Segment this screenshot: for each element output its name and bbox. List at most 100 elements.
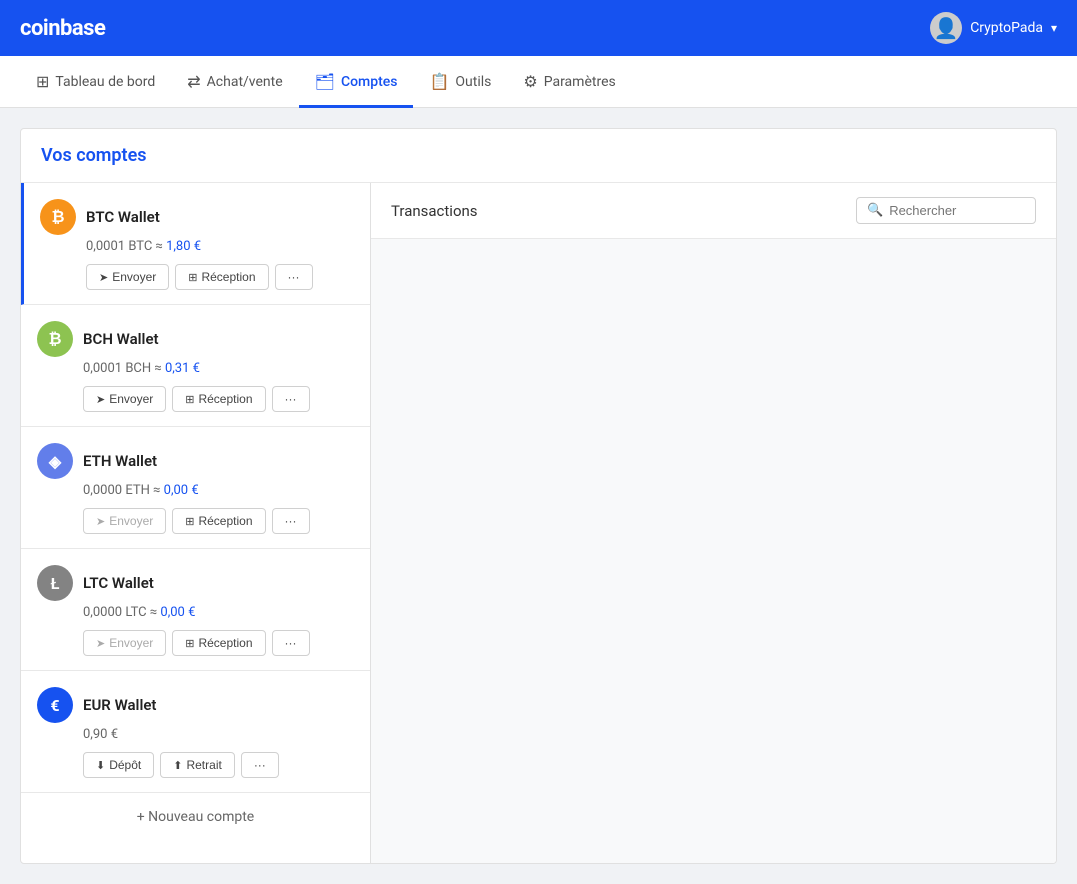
- retrait-button-eur[interactable]: ⬆ Retrait: [160, 752, 235, 778]
- nav-item-achat[interactable]: ⇄ Achat/vente: [171, 72, 298, 108]
- receive-button-eth[interactable]: ⊞ Réception: [172, 508, 265, 534]
- nav-label-outils: Outils: [455, 74, 491, 90]
- nav-item-tableau[interactable]: ⊞ Tableau de bord: [20, 72, 171, 108]
- more-button-ltc[interactable]: ···: [272, 630, 310, 656]
- more-button-btc[interactable]: ···: [275, 264, 313, 290]
- more-button-eur[interactable]: ···: [241, 752, 279, 778]
- wallet-item-bch[interactable]: ₿ BCH Wallet 0,0001 BCH ≈ 0,31 € ➤ Envoy…: [21, 305, 370, 427]
- send-label: Envoyer: [109, 636, 153, 650]
- wallet-item-eth[interactable]: ◈ ETH Wallet 0,0000 ETH ≈ 0,00 € ➤ Envoy…: [21, 427, 370, 549]
- send-icon: ➤: [96, 393, 105, 406]
- nav-item-parametres[interactable]: ⚙ Paramètres: [507, 72, 631, 108]
- trade-icon: ⇄: [187, 72, 200, 91]
- search-box[interactable]: 🔍: [856, 197, 1036, 224]
- wallet-name-eth: ETH Wallet: [83, 452, 157, 470]
- receive-button-ltc[interactable]: ⊞ Réception: [172, 630, 265, 656]
- add-account-button[interactable]: + Nouveau compte: [21, 793, 370, 841]
- depot-button-eur[interactable]: ⬇ Dépôt: [83, 752, 154, 778]
- add-account-label: + Nouveau compte: [137, 809, 254, 825]
- wallet-header-eur: € EUR Wallet: [37, 687, 354, 723]
- wallet-header-eth: ◈ ETH Wallet: [37, 443, 354, 479]
- wallet-name-ltc: LTC Wallet: [83, 574, 154, 592]
- wallet-header-btc: ₿ BTC Wallet: [40, 199, 354, 235]
- wallet-name-eur: EUR Wallet: [83, 696, 156, 714]
- send-label: Envoyer: [109, 392, 153, 406]
- logo: coinbase: [20, 16, 105, 41]
- send-label: Envoyer: [109, 514, 153, 528]
- receive-icon: ⊞: [185, 393, 194, 406]
- dashboard-icon: ⊞: [36, 72, 49, 91]
- wallet-balance-eur: 0,90 €: [83, 727, 354, 742]
- nav-item-outils[interactable]: 📋 Outils: [413, 72, 507, 108]
- send-button-btc[interactable]: ➤ Envoyer: [86, 264, 169, 290]
- nav-item-comptes[interactable]: 🗂 Comptes: [299, 72, 414, 108]
- send-button-ltc[interactable]: ➤ Envoyer: [83, 630, 166, 656]
- retrait-label: Retrait: [186, 758, 221, 772]
- send-button-eth[interactable]: ➤ Envoyer: [83, 508, 166, 534]
- depot-label: Dépôt: [109, 758, 141, 772]
- username: CryptoPada: [970, 20, 1043, 36]
- nav-label-parametres: Paramètres: [544, 74, 616, 90]
- wallet-actions-eth: ➤ Envoyer ⊞ Réception ···: [83, 508, 354, 534]
- header: coinbase 👤 CryptoPada ▾: [0, 0, 1077, 56]
- receive-button-btc[interactable]: ⊞ Réception: [175, 264, 268, 290]
- wallet-header-ltc: Ł LTC Wallet: [37, 565, 354, 601]
- avatar-icon: 👤: [934, 16, 959, 40]
- accounts-card: Vos comptes ₿ BTC Wallet 0,0001 BTC ≈ 1,…: [20, 128, 1057, 864]
- send-label: Envoyer: [112, 270, 156, 284]
- coin-icon-btc: ₿: [40, 199, 76, 235]
- wallet-balance-btc: 0,0001 BTC ≈ 1,80 €: [86, 239, 354, 254]
- transactions-panel: Transactions 🔍: [371, 183, 1056, 863]
- receive-icon: ⊞: [185, 637, 194, 650]
- send-button-bch[interactable]: ➤ Envoyer: [83, 386, 166, 412]
- card-body: ₿ BTC Wallet 0,0001 BTC ≈ 1,80 € ➤ Envoy…: [21, 183, 1056, 863]
- wallet-name-btc: BTC Wallet: [86, 208, 160, 226]
- wallet-item-btc[interactable]: ₿ BTC Wallet 0,0001 BTC ≈ 1,80 € ➤ Envoy…: [21, 183, 370, 305]
- wallet-actions-btc: ➤ Envoyer ⊞ Réception ···: [86, 264, 354, 290]
- receive-label: Réception: [201, 270, 255, 284]
- send-icon: ➤: [96, 637, 105, 650]
- wallet-actions-eur: ⬇ Dépôt ⬆ Retrait ···: [83, 752, 354, 778]
- receive-icon: ⊞: [188, 271, 197, 284]
- accounts-icon: 🗂: [315, 72, 335, 91]
- card-title: Vos comptes: [21, 129, 1056, 183]
- settings-icon: ⚙: [523, 72, 537, 91]
- receive-icon: ⊞: [185, 515, 194, 528]
- depot-icon: ⬇: [96, 759, 105, 772]
- wallet-actions-ltc: ➤ Envoyer ⊞ Réception ···: [83, 630, 354, 656]
- more-button-eth[interactable]: ···: [272, 508, 310, 534]
- avatar: 👤: [930, 12, 962, 44]
- more-button-bch[interactable]: ···: [272, 386, 310, 412]
- transactions-title: Transactions: [391, 202, 478, 220]
- coin-icon-bch: ₿: [37, 321, 73, 357]
- coin-icon-eth: ◈: [37, 443, 73, 479]
- nav-label-tableau: Tableau de bord: [55, 74, 155, 90]
- send-icon: ➤: [99, 271, 108, 284]
- transactions-header: Transactions 🔍: [371, 183, 1056, 239]
- nav-label-achat: Achat/vente: [207, 74, 283, 90]
- search-icon: 🔍: [867, 203, 883, 218]
- wallet-balance-eth: 0,0000 ETH ≈ 0,00 €: [83, 483, 354, 498]
- wallet-name-bch: BCH Wallet: [83, 330, 159, 348]
- receive-label: Réception: [198, 636, 252, 650]
- wallet-item-ltc[interactable]: Ł LTC Wallet 0,0000 LTC ≈ 0,00 € ➤ Envoy…: [21, 549, 370, 671]
- receive-label: Réception: [198, 514, 252, 528]
- send-icon: ➤: [96, 515, 105, 528]
- user-menu[interactable]: 👤 CryptoPada ▾: [930, 12, 1057, 44]
- main-nav: ⊞ Tableau de bord ⇄ Achat/vente 🗂 Compte…: [0, 56, 1077, 108]
- receive-label: Réception: [198, 392, 252, 406]
- wallet-item-eur[interactable]: € EUR Wallet 0,90 € ⬇ Dépôt ⬆ Retrait ··…: [21, 671, 370, 793]
- retrait-icon: ⬆: [173, 759, 182, 772]
- coin-icon-eur: €: [37, 687, 73, 723]
- nav-label-comptes: Comptes: [341, 74, 398, 90]
- wallet-list: ₿ BTC Wallet 0,0001 BTC ≈ 1,80 € ➤ Envoy…: [21, 183, 371, 863]
- coin-icon-ltc: Ł: [37, 565, 73, 601]
- receive-button-bch[interactable]: ⊞ Réception: [172, 386, 265, 412]
- transactions-body: [371, 239, 1056, 863]
- wallet-balance-bch: 0,0001 BCH ≈ 0,31 €: [83, 361, 354, 376]
- wallet-header-bch: ₿ BCH Wallet: [37, 321, 354, 357]
- search-input[interactable]: [889, 203, 1025, 218]
- chevron-down-icon: ▾: [1051, 21, 1057, 35]
- wallet-balance-ltc: 0,0000 LTC ≈ 0,00 €: [83, 605, 354, 620]
- wallet-actions-bch: ➤ Envoyer ⊞ Réception ···: [83, 386, 354, 412]
